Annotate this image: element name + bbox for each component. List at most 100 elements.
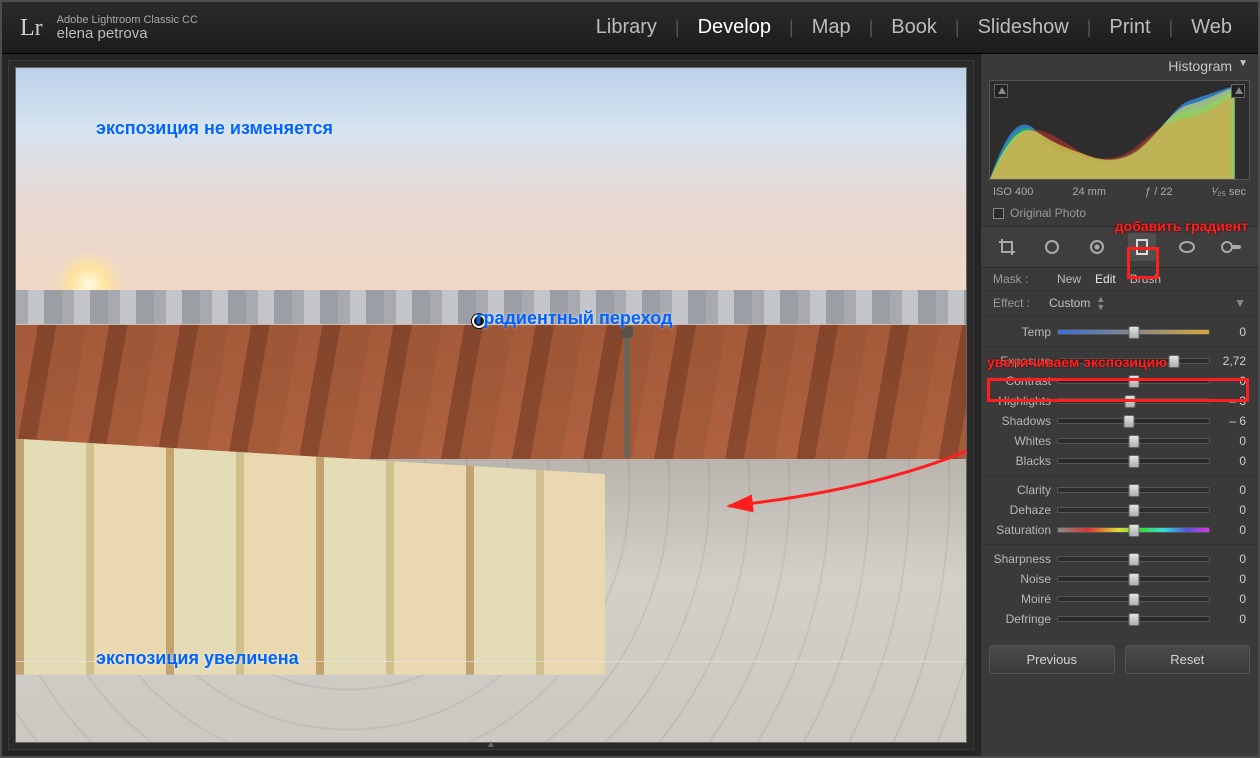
slider-track[interactable] — [1057, 329, 1210, 335]
slider-value: 2,72 — [1210, 354, 1246, 368]
slider-track[interactable] — [1057, 596, 1210, 602]
slider-value: 0 — [1210, 483, 1246, 497]
slider-thumb[interactable] — [1128, 435, 1139, 448]
slider-thumb[interactable] — [1128, 524, 1139, 537]
gradient-line-top[interactable] — [16, 324, 966, 325]
slider-defringe[interactable]: Defringe0 — [981, 609, 1258, 629]
gradient-pin[interactable] — [472, 314, 486, 328]
slider-highlights[interactable]: Highlights– 3 — [981, 391, 1258, 411]
previous-button[interactable]: Previous — [989, 645, 1115, 674]
slider-thumb[interactable] — [1123, 415, 1134, 428]
slider-track[interactable] — [1057, 398, 1210, 404]
product-block: Adobe Lightroom Classic CC elena petrova — [57, 14, 198, 42]
mask-new[interactable]: New — [1057, 272, 1081, 286]
top-bar: Lr Adobe Lightroom Classic CC elena petr… — [2, 2, 1258, 54]
shadow-clip-indicator[interactable] — [994, 84, 1008, 98]
effect-stepper-icon[interactable]: ▲▼ — [1096, 295, 1105, 311]
slider-thumb[interactable] — [1128, 484, 1139, 497]
slider-track[interactable] — [1057, 576, 1210, 582]
slider-thumb[interactable] — [1128, 326, 1139, 339]
module-library[interactable]: Library — [588, 12, 665, 43]
redeye-tool[interactable] — [1083, 233, 1111, 261]
slider-track[interactable] — [1057, 378, 1210, 384]
slider-blacks[interactable]: Blacks0 — [981, 451, 1258, 471]
effect-label: Effect : — [993, 296, 1043, 310]
slider-label: Defringe — [981, 612, 1057, 626]
module-develop[interactable]: Develop — [690, 12, 779, 43]
slider-value: – 3 — [1210, 394, 1246, 408]
histogram-header[interactable]: Histogram▼ — [981, 54, 1258, 76]
slider-dehaze[interactable]: Dehaze0 — [981, 500, 1258, 520]
slider-temp[interactable]: Temp 0 — [981, 322, 1258, 342]
slider-label: Noise — [981, 572, 1057, 586]
slider-saturation[interactable]: Saturation0 — [981, 520, 1258, 540]
module-print[interactable]: Print — [1101, 12, 1158, 43]
slider-thumb[interactable] — [1128, 455, 1139, 468]
module-map[interactable]: Map — [804, 12, 859, 43]
slider-thumb[interactable] — [1128, 593, 1139, 606]
graduated-filter-tool[interactable] — [1128, 233, 1156, 261]
canvas-area[interactable]: экспозиция не изменяется градиентный пер… — [8, 60, 974, 750]
effect-row[interactable]: Effect : Custom ▲▼ ▼ — [981, 291, 1258, 316]
mask-edit[interactable]: Edit — [1095, 272, 1116, 286]
slider-thumb[interactable] — [1125, 395, 1136, 408]
module-web[interactable]: Web — [1183, 12, 1240, 43]
slider-track[interactable] — [1057, 487, 1210, 493]
slider-clarity[interactable]: Clarity 0 — [981, 480, 1258, 500]
histogram-graph — [990, 81, 1249, 179]
slider-track[interactable] — [1057, 458, 1210, 464]
original-photo-row[interactable]: Original Photo — [981, 204, 1258, 226]
slider-thumb[interactable] — [1128, 504, 1139, 517]
slider-contrast[interactable]: Contrast 0 — [981, 371, 1258, 391]
slider-label: Temp — [981, 325, 1057, 339]
slider-track[interactable] — [1057, 418, 1210, 424]
slider-track[interactable] — [1057, 358, 1210, 364]
slider-moiré[interactable]: Moiré 0 — [981, 589, 1258, 609]
slider-exposure[interactable]: Exposure 2,72 — [981, 351, 1258, 371]
slider-label: Moiré — [981, 592, 1057, 606]
slider-track[interactable] — [1057, 527, 1210, 533]
slider-label: Clarity — [981, 483, 1057, 497]
slider-value: 0 — [1210, 592, 1246, 606]
slider-track[interactable] — [1057, 556, 1210, 562]
slider-label: Exposure — [981, 354, 1057, 368]
gradient-line-bottom[interactable] — [16, 661, 966, 662]
slider-value: – 6 — [1210, 414, 1246, 428]
reset-button[interactable]: Reset — [1125, 645, 1251, 674]
slider-thumb[interactable] — [1169, 355, 1180, 368]
slider-noise[interactable]: Noise0 — [981, 569, 1258, 589]
slider-thumb[interactable] — [1128, 613, 1139, 626]
image-column — [624, 338, 630, 458]
slider-thumb[interactable] — [1128, 375, 1139, 388]
slider-whites[interactable]: Whites0 — [981, 431, 1258, 451]
exif-row: ISO 400 24 mm ƒ / 22 ¹⁄₂₅ sec — [981, 184, 1258, 204]
slider-thumb[interactable] — [1128, 573, 1139, 586]
crop-tool[interactable] — [993, 233, 1021, 261]
slider-label: Contrast — [981, 374, 1057, 388]
module-slideshow[interactable]: Slideshow — [970, 12, 1077, 43]
module-picker: Library|Develop|Map|Book|Slideshow|Print… — [588, 12, 1240, 43]
panel-expand-icon[interactable]: ▲ — [486, 739, 496, 750]
original-photo-checkbox[interactable] — [993, 208, 1004, 219]
module-separator: | — [789, 17, 794, 38]
radial-filter-tool[interactable] — [1173, 233, 1201, 261]
slider-track[interactable] — [1057, 616, 1210, 622]
preview-image[interactable]: экспозиция не изменяется градиентный пер… — [15, 67, 967, 743]
adjustment-brush-tool[interactable] — [1218, 233, 1246, 261]
slider-track[interactable] — [1057, 507, 1210, 513]
module-book[interactable]: Book — [883, 12, 945, 43]
slider-shadows[interactable]: Shadows– 6 — [981, 411, 1258, 431]
slider-value: 0 — [1210, 374, 1246, 388]
slider-group-3: Sharpness0Noise0 Moiré 0 Defringe0 — [981, 545, 1258, 633]
module-separator: | — [955, 17, 960, 38]
slider-thumb[interactable] — [1128, 553, 1139, 566]
slider-value: 0 — [1210, 325, 1246, 339]
module-separator: | — [675, 17, 680, 38]
histogram[interactable] — [989, 80, 1250, 180]
effect-disclose-icon[interactable]: ▼ — [1234, 296, 1246, 310]
slider-sharpness[interactable]: Sharpness0 — [981, 549, 1258, 569]
slider-track[interactable] — [1057, 438, 1210, 444]
mask-brush[interactable]: Brush — [1130, 272, 1161, 286]
spot-removal-tool[interactable] — [1038, 233, 1066, 261]
highlight-clip-indicator[interactable] — [1231, 84, 1245, 98]
